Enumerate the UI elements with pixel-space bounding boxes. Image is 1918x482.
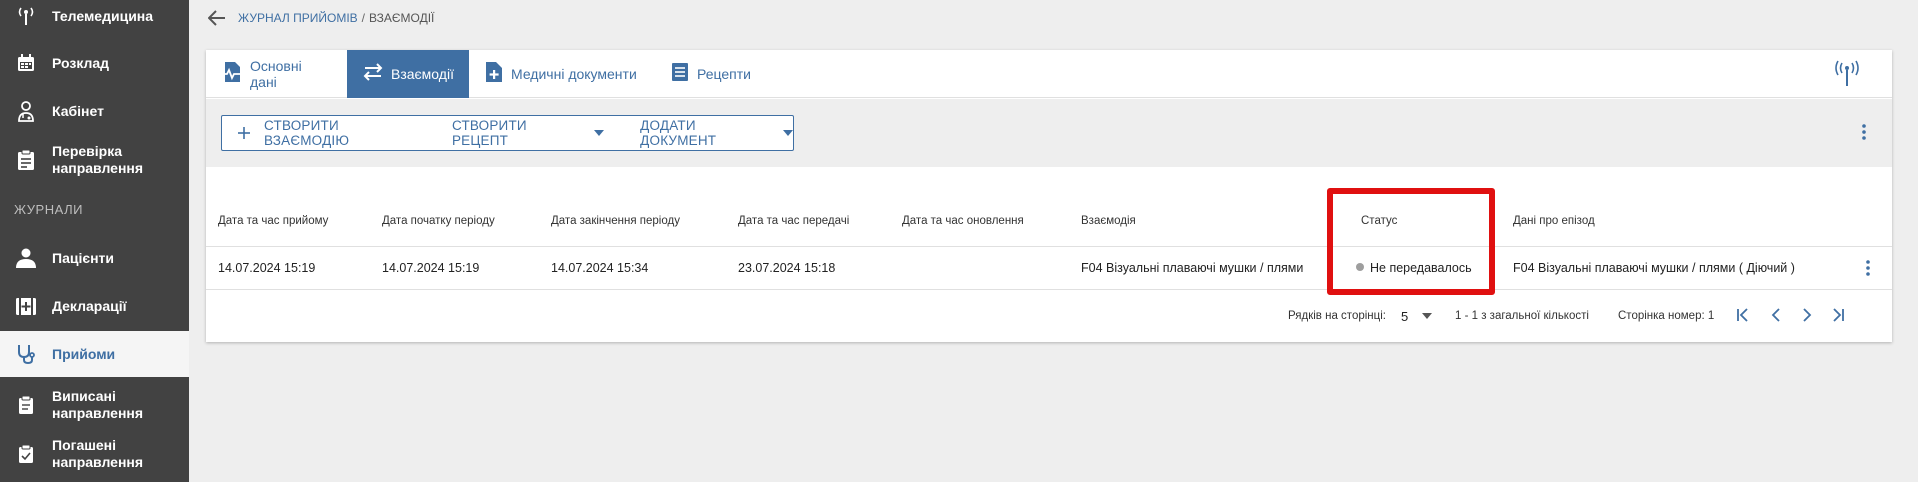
cell-episode: F04 Візуальні плаваючі мушки / плями ( Д… <box>1513 261 1795 275</box>
sidebar-section-journals: ЖУРНАЛИ <box>14 202 83 217</box>
pulse-document-icon <box>222 61 242 88</box>
plus-icon <box>238 127 250 139</box>
table-row[interactable]: 14.07.2024 15:19 14.07.2024 15:19 14.07.… <box>206 248 1892 290</box>
create-interaction-label: СТВОРИТИ ВЗАЄМОДІЮ <box>264 118 350 148</box>
page-number: Сторінка номер: 1 <box>1618 310 1715 322</box>
doctor-icon <box>0 100 52 122</box>
previous-page-button[interactable] <box>1765 306 1787 328</box>
tab-bar: Основні дані Взаємодії Медичні документи… <box>206 50 1892 98</box>
tab-label: Основні дані <box>250 58 302 90</box>
cell-status: Не передавалось <box>1356 261 1472 275</box>
clipboard-check-icon <box>0 149 52 171</box>
breadcrumb: ЖУРНАЛ ПРИЙОМІВ / ВЗАЄМОДІЇ <box>208 8 434 28</box>
sidebar-item-label: Кабінет <box>52 102 104 119</box>
cell-transfer-date: 23.07.2024 15:18 <box>738 261 836 275</box>
row-actions-button[interactable] <box>1860 259 1876 281</box>
first-page-button[interactable] <box>1732 306 1754 328</box>
status-dot-icon <box>1356 263 1364 271</box>
chevron-right-icon <box>1802 307 1812 327</box>
toolbar-area: СТВОРИТИ ВЗАЄМОДІЮ СТВОРИТИ РЕЦЕПТ ДОДАТ… <box>206 99 1892 167</box>
person-icon <box>0 248 52 268</box>
cell-period-start: 14.07.2024 15:19 <box>382 261 480 275</box>
sidebar-item-declarations[interactable]: Декларації <box>0 288 189 324</box>
next-page-button[interactable] <box>1796 306 1818 328</box>
tab-label: Медичні документи <box>511 66 637 82</box>
create-recipe-button[interactable]: СТВОРИТИ РЕЦЕПТ <box>451 116 605 150</box>
cell-period-end: 14.07.2024 15:34 <box>551 261 649 275</box>
tab-prescriptions[interactable]: Рецепти <box>655 50 765 98</box>
status-text: Не передавалось <box>1370 261 1472 275</box>
column-header-transfer-date[interactable]: Дата та час передачі <box>738 215 849 227</box>
sidebar-item-label: Декларації <box>52 297 127 314</box>
action-button-group: СТВОРИТИ ВЗАЄМОДІЮ СТВОРИТИ РЕЦЕПТ ДОДАТ… <box>221 115 794 151</box>
last-page-icon <box>1831 307 1845 327</box>
sidebar-item-issued-referrals[interactable]: Виписані направлення <box>0 385 189 425</box>
tab-medical-documents[interactable]: Медичні документи <box>469 50 655 98</box>
add-document-button[interactable]: ДОДАТИ ДОКУМЕНТ <box>640 116 793 150</box>
tab-interactions[interactable]: Взаємодії <box>347 50 469 98</box>
table-pagination: Рядків на сторінці: 5 1 - 1 з загальної … <box>206 290 1892 342</box>
medical-case-icon <box>0 296 52 316</box>
calendar-icon <box>0 53 52 73</box>
sidebar-item-telemedicine[interactable]: Телемедицина <box>0 0 189 32</box>
column-header-period-end[interactable]: Дата закінчення періоду <box>551 215 680 227</box>
clipboard-icon <box>0 395 52 415</box>
breadcrumb-current: ВЗАЄМОДІЇ <box>369 11 435 25</box>
breadcrumb-link-visits-journal[interactable]: ЖУРНАЛ ПРИЙОМІВ <box>238 11 358 25</box>
cell-interaction: F04 Візуальні плаваючі мушки / плями <box>1081 261 1304 275</box>
cell-visit-date: 14.07.2024 15:19 <box>218 261 316 275</box>
column-header-visit-date[interactable]: Дата та час прийому <box>218 215 328 227</box>
tab-main-data[interactable]: Основні дані <box>206 50 347 98</box>
sidebar-item-patients[interactable]: Пацієнти <box>0 240 189 276</box>
breadcrumb-separator: / <box>361 11 366 25</box>
create-interaction-button[interactable]: СТВОРИТИ ВЗАЄМОДІЮ <box>238 116 420 150</box>
list-document-icon <box>671 62 689 87</box>
sidebar-item-label: Прийоми <box>52 345 116 362</box>
stethoscope-icon <box>0 343 52 365</box>
sidebar-item-label: Перевірка направлення <box>52 143 144 176</box>
caret-down-icon <box>783 130 793 136</box>
chevron-left-icon <box>1771 307 1781 327</box>
create-recipe-label: СТВОРИТИ РЕЦЕПТ <box>451 118 527 148</box>
table-header: Дата та час прийому Дата початку періоду… <box>206 167 1892 247</box>
sidebar-item-label: Пацієнти <box>52 249 114 266</box>
more-vertical-icon <box>1862 123 1866 145</box>
caret-down-icon <box>1422 313 1433 319</box>
last-page-button[interactable] <box>1827 306 1849 328</box>
more-options-button[interactable] <box>1854 123 1874 145</box>
antenna-signal-icon <box>1834 59 1860 92</box>
swap-arrows-icon <box>363 62 383 86</box>
tab-label: Взаємодії <box>391 66 454 82</box>
back-arrow-icon[interactable] <box>208 8 230 28</box>
antenna-icon <box>0 6 52 26</box>
document-plus-icon <box>485 61 503 88</box>
column-header-episode[interactable]: Дані про епізод <box>1513 215 1595 227</box>
first-page-icon <box>1736 307 1750 327</box>
column-header-status[interactable]: Статус <box>1361 215 1397 227</box>
sidebar-item-label: Виписані направлення <box>52 388 144 421</box>
sidebar-item-visits[interactable]: Прийоми <box>0 331 189 377</box>
clipboard-done-icon <box>0 444 52 464</box>
telemedicine-signal-button[interactable] <box>1832 60 1862 90</box>
column-header-interaction[interactable]: Взаємодія <box>1081 215 1136 227</box>
add-document-label: ДОДАТИ ДОКУМЕНТ <box>640 118 717 148</box>
more-vertical-icon <box>1866 259 1870 281</box>
column-header-period-start[interactable]: Дата початку періоду <box>382 215 495 227</box>
sidebar-item-label: Погашені направлення <box>52 437 144 470</box>
sidebar: Телемедицина Розклад Кабінет Перевірка н… <box>0 0 189 482</box>
caret-down-icon <box>594 130 605 136</box>
interactions-card: Основні дані Взаємодії Медичні документи… <box>206 50 1892 342</box>
rows-per-page-select[interactable]: 5 <box>1401 306 1441 326</box>
sidebar-item-label: Телемедицина <box>52 7 154 24</box>
tab-label: Рецепти <box>697 66 751 82</box>
sidebar-item-label: Розклад <box>52 54 110 71</box>
column-header-update-date[interactable]: Дата та час оновлення <box>902 215 1024 227</box>
sidebar-item-redeemed-referrals[interactable]: Погашені направлення <box>0 434 189 474</box>
sidebar-item-schedule[interactable]: Розклад <box>0 45 189 81</box>
rows-per-page-label: Рядків на сторінці: <box>1288 310 1386 322</box>
sidebar-item-office[interactable]: Кабінет <box>0 93 189 129</box>
pagination-range: 1 - 1 з загальної кількості <box>1455 310 1589 322</box>
sidebar-item-referral-check[interactable]: Перевірка направлення <box>0 140 189 180</box>
rows-per-page-value: 5 <box>1401 308 1409 324</box>
